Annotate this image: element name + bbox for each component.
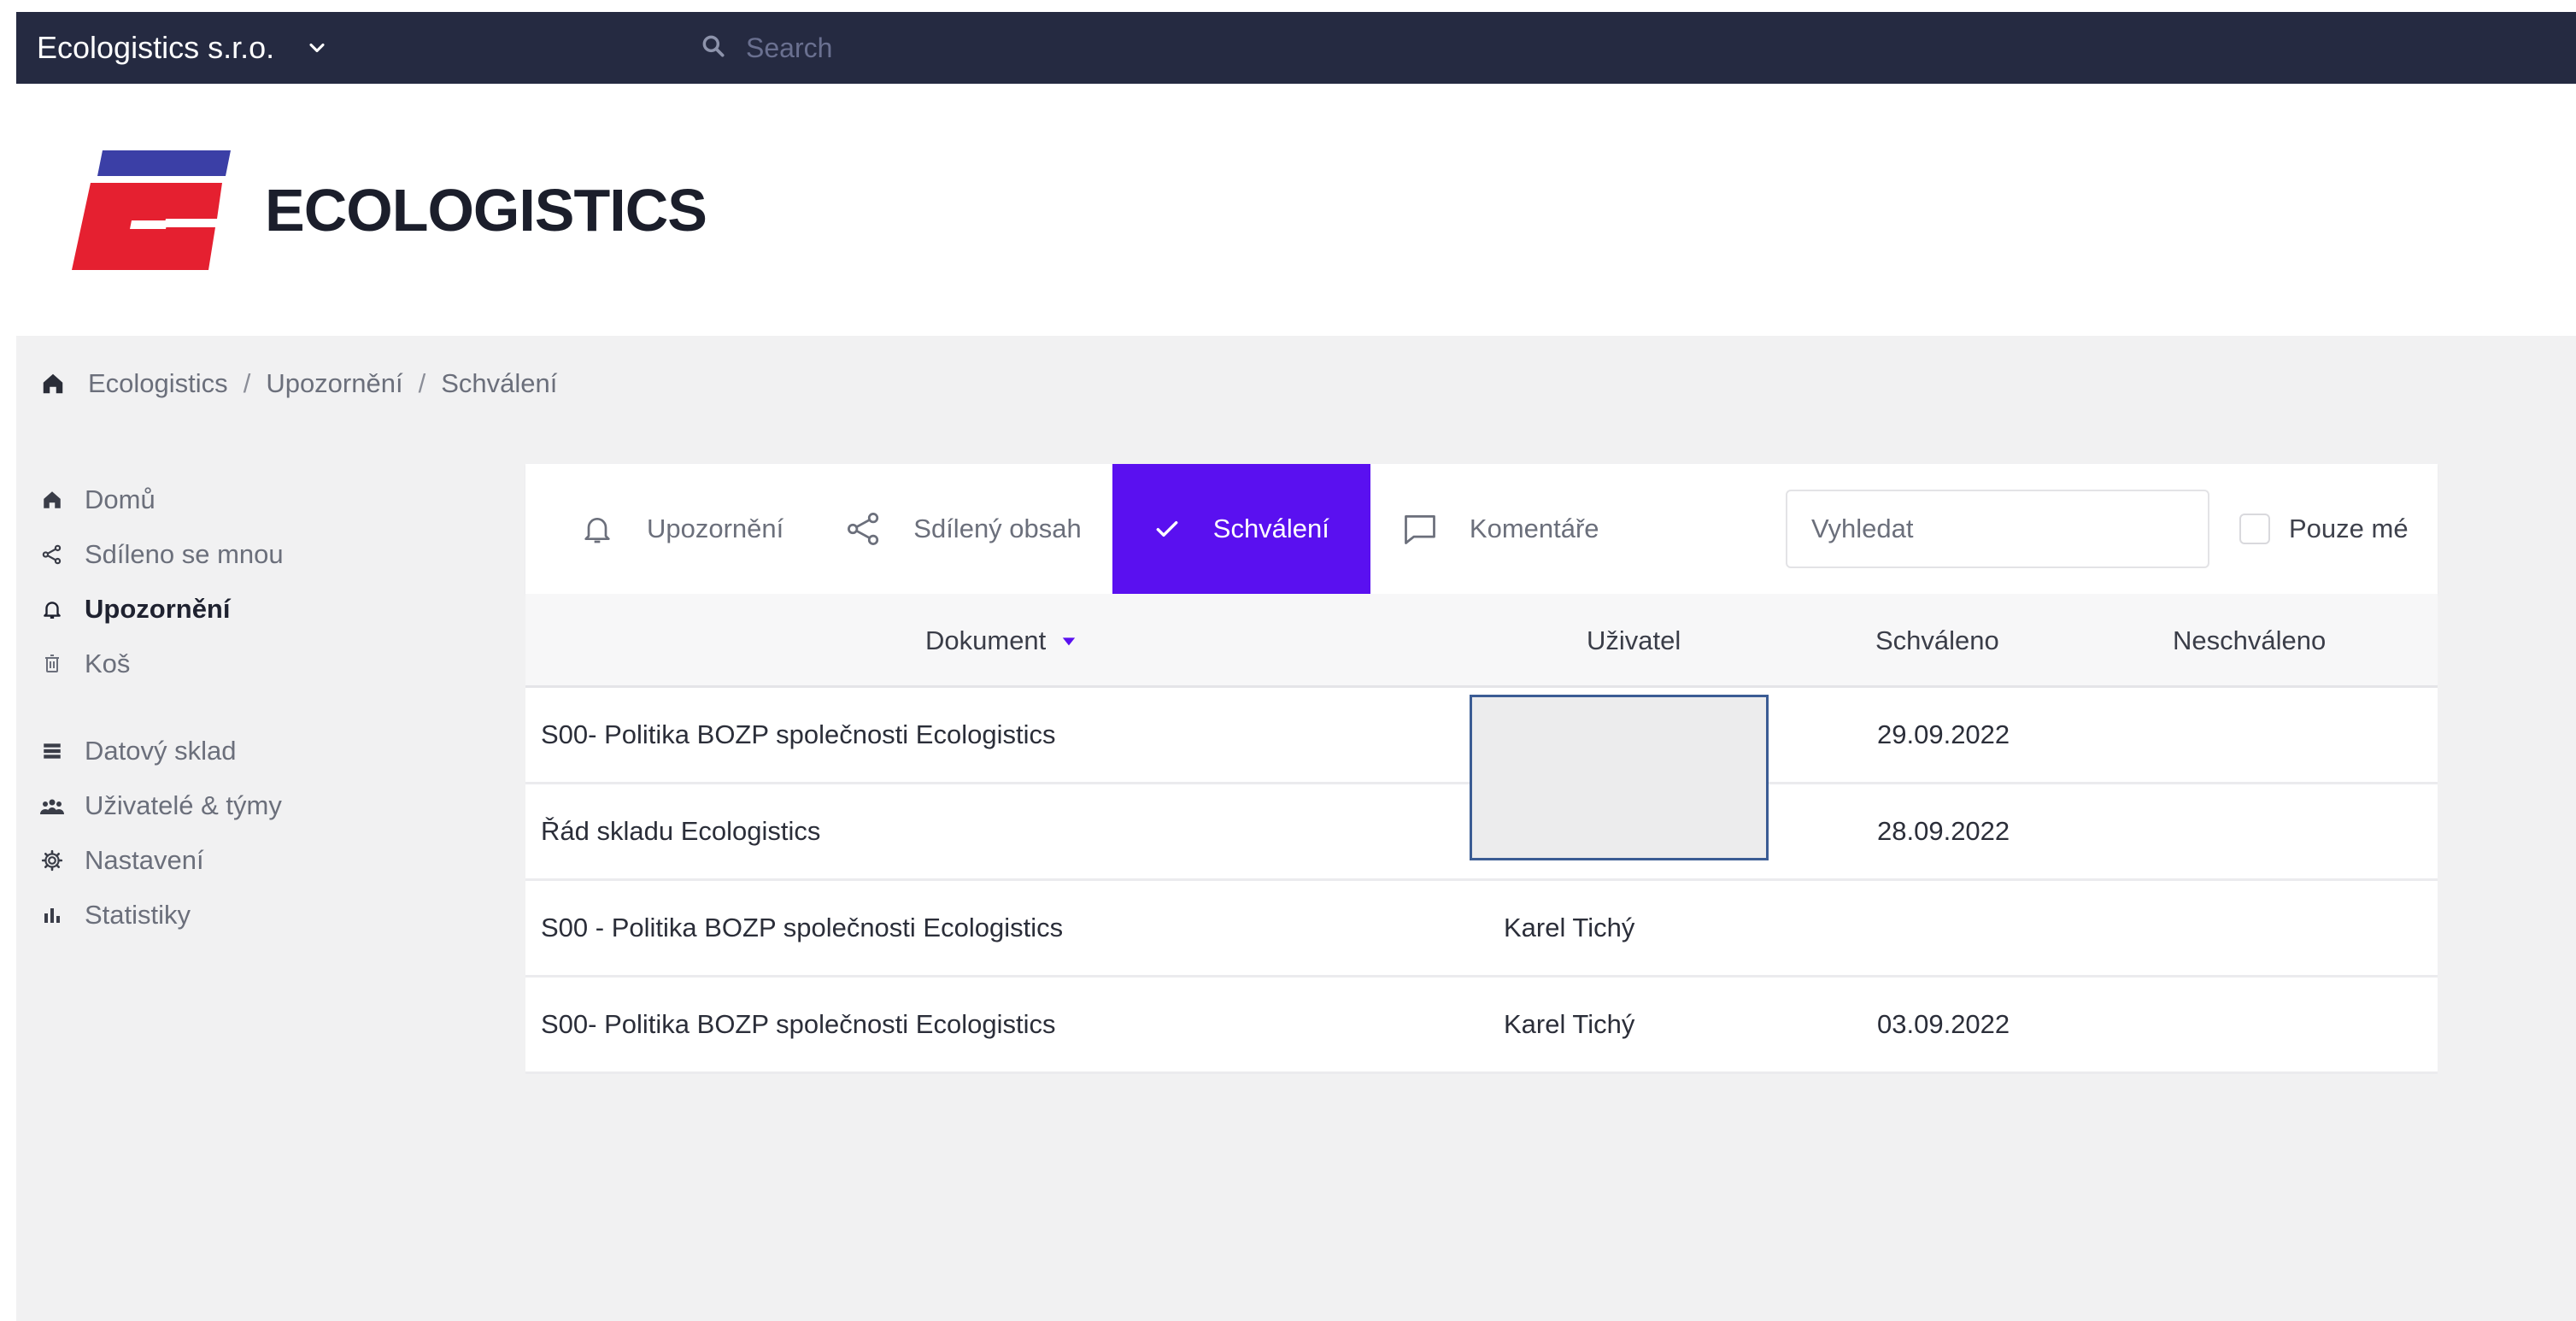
- bar-chart-icon: [40, 903, 64, 927]
- check-icon: [1153, 515, 1181, 543]
- breadcrumb-item[interactable]: Upozornění: [266, 368, 402, 399]
- breadcrumb: Ecologistics / Upozornění / Schválení: [40, 368, 557, 399]
- sidebar-item-label: Datový sklad: [85, 736, 237, 766]
- cell-document[interactable]: S00- Politika BOZP společnosti Ecologist…: [541, 978, 1055, 1071]
- table-row[interactable]: S00- Politika BOZP společnosti Ecologist…: [525, 978, 2438, 1074]
- organization-switcher[interactable]: Ecologistics s.r.o.: [37, 12, 329, 84]
- bell-icon: [40, 597, 64, 621]
- breadcrumb-separator: /: [243, 368, 251, 398]
- comment-icon: [1401, 510, 1439, 548]
- sidebar-item-label: Koš: [85, 649, 131, 678]
- brand-name: ECOLOGISTICS: [265, 177, 707, 244]
- sidebar-item-statistics[interactable]: Statistiky: [40, 888, 484, 942]
- sidebar-item-label: Upozornění: [85, 594, 231, 624]
- breadcrumb-item-current: Schválení: [441, 368, 558, 398]
- tab-label: Komentáře: [1469, 514, 1599, 543]
- breadcrumb-item[interactable]: Ecologistics: [88, 368, 228, 399]
- cell-user: Karel Tichý: [1504, 913, 1635, 942]
- sidebar-item-users-teams[interactable]: Uživatelé & týmy: [40, 778, 484, 833]
- cell-approved: 03.09.2022: [1877, 1009, 2010, 1039]
- tab-label: Sdílený obsah: [913, 514, 1082, 543]
- tab-label: Upozornění: [647, 514, 784, 543]
- gear-icon: [40, 848, 64, 872]
- cell-document[interactable]: S00 - Politika BOZP společnosti Ecologis…: [541, 881, 1063, 975]
- cell-approved: 29.09.2022: [1877, 719, 2010, 749]
- tab-comments[interactable]: Komentáře: [1370, 464, 1630, 594]
- sidebar-item-settings[interactable]: Nastavení: [40, 833, 484, 888]
- chevron-down-icon: [305, 36, 329, 60]
- breadcrumb-separator: /: [418, 368, 426, 398]
- cell-document[interactable]: Řád skladu Ecologistics: [541, 784, 820, 878]
- sidebar-item-shared-with-me[interactable]: Sdíleno se mnou: [40, 527, 484, 582]
- bell-icon: [578, 510, 616, 548]
- content-area: Ecologistics / Upozornění / Schválení Do…: [16, 336, 2576, 1321]
- home-icon[interactable]: [40, 371, 66, 396]
- global-search[interactable]: [700, 12, 1429, 84]
- share-icon: [40, 543, 64, 567]
- brand-logo: ECOLOGISTICS: [72, 150, 707, 270]
- tab-shared-content[interactable]: Sdílený obsah: [814, 464, 1112, 594]
- top-bar: Ecologistics s.r.o.: [16, 12, 2576, 84]
- column-header-label: Uživatel: [1587, 625, 1681, 655]
- table-row[interactable]: S00 - Politika BOZP společnosti Ecologis…: [525, 881, 2438, 978]
- table-header: Dokument Uživatel Schváleno Neschváleno: [525, 594, 2438, 688]
- only-mine-label: Pouze mé: [2289, 514, 2409, 543]
- column-header-rejected[interactable]: Neschváleno: [2173, 594, 2326, 688]
- sidebar-item-trash[interactable]: Koš: [40, 637, 484, 691]
- cell-document[interactable]: S00- Politika BOZP společnosti Ecologist…: [541, 688, 1055, 782]
- cell-approved: 28.09.2022: [1877, 816, 2010, 846]
- tab-bar: Upozornění Sdílený obsah Schválení Komen…: [525, 464, 2438, 594]
- home-icon: [40, 488, 64, 512]
- filter-search-input[interactable]: [1786, 490, 2209, 568]
- column-header-label: Neschváleno: [2173, 625, 2327, 655]
- sidebar-item-label: Nastavení: [85, 845, 204, 875]
- tab-approvals[interactable]: Schválení: [1112, 464, 1370, 594]
- organization-name: Ecologistics s.r.o.: [37, 30, 275, 65]
- sidebar-item-label: Domů: [85, 484, 155, 514]
- list-icon: [40, 739, 64, 763]
- tab-label: Schválení: [1212, 514, 1329, 543]
- ecologistics-logo-icon: [72, 150, 231, 270]
- sidebar-item-label: Uživatelé & týmy: [85, 790, 282, 820]
- share-icon: [845, 510, 883, 548]
- cell-user: Karel Tichý: [1504, 1009, 1635, 1039]
- checkbox-box[interactable]: [2239, 514, 2270, 544]
- sidebar-item-home[interactable]: Domů: [40, 473, 484, 527]
- main-panel: Upozornění Sdílený obsah Schválení Komen…: [525, 464, 2438, 1077]
- trash-icon: [40, 652, 64, 676]
- search-icon: [700, 32, 727, 64]
- redacted-area: [1470, 695, 1769, 860]
- sidebar-item-label: Statistiky: [85, 900, 191, 930]
- column-header-document[interactable]: Dokument: [925, 594, 1077, 688]
- users-icon: [40, 794, 64, 818]
- sidebar-item-notifications[interactable]: Upozornění: [40, 582, 484, 637]
- sidebar: Domů Sdíleno se mnou Upozornění Koš Dato…: [40, 473, 484, 942]
- sidebar-item-label: Sdíleno se mnou: [85, 539, 284, 569]
- column-header-user[interactable]: Uživatel: [1587, 594, 1681, 688]
- column-header-label: Dokument: [925, 625, 1047, 655]
- tab-notifications[interactable]: Upozornění: [548, 464, 814, 594]
- column-header-approved[interactable]: Schváleno: [1875, 594, 1999, 688]
- only-mine-checkbox[interactable]: Pouze mé: [2239, 464, 2409, 594]
- sort-down-icon: [1061, 633, 1077, 649]
- column-header-label: Schváleno: [1875, 625, 1999, 655]
- global-search-input[interactable]: [746, 32, 1429, 64]
- sidebar-item-data-warehouse[interactable]: Datový sklad: [40, 724, 484, 778]
